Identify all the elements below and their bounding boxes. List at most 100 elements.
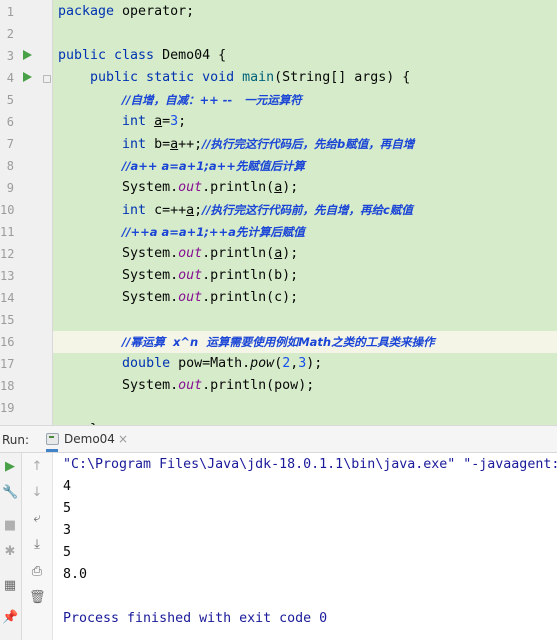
wrench-icon[interactable]: 🔧 xyxy=(2,486,18,500)
code-line[interactable]: 17 double pow=Math.pow(2,3); xyxy=(0,353,557,375)
line-number: 14 xyxy=(0,291,15,305)
close-icon[interactable]: × xyxy=(118,432,128,446)
code-token: ; xyxy=(178,114,187,129)
layout-icon[interactable]: ▦ xyxy=(2,579,18,593)
code-token: a xyxy=(186,203,195,218)
code-token: System. xyxy=(58,180,179,195)
code-text: System.out.println(b); xyxy=(58,268,298,284)
stop-icon[interactable]: ■ xyxy=(2,519,18,533)
code-token: ++; xyxy=(178,137,203,152)
code-text: System.out.println(a); xyxy=(58,180,298,196)
code-token: .println( xyxy=(202,246,275,261)
down-arrow-icon[interactable]: ↓ xyxy=(29,486,45,500)
line-number: 6 xyxy=(6,115,14,129)
run-config-icon xyxy=(46,433,59,445)
line-number: 15 xyxy=(0,313,15,327)
line-number: 8 xyxy=(6,159,14,173)
code-line[interactable]: 9 System.out.println(a); xyxy=(0,177,557,199)
console-output[interactable]: "C:\Program Files\Java\jdk-18.0.1.1\bin\… xyxy=(53,453,557,640)
code-token: public class xyxy=(58,48,163,63)
code-token: //执行完这行代码前，先自增，再给c赋值 xyxy=(202,203,413,217)
fold-icon[interactable] xyxy=(43,75,51,83)
code-token: 3 xyxy=(170,114,179,129)
code-line[interactable]: 10 int c=++a;//执行完这行代码前，先自增，再给c赋值 xyxy=(0,199,557,221)
console-output-line: 3 xyxy=(63,523,72,538)
code-line[interactable]: 8 //a++ a=a+1;a++先赋值后计算 xyxy=(0,155,557,177)
code-line[interactable]: 19 xyxy=(0,397,557,419)
code-line[interactable]: 16 //幂运算 x^n 运算需要使用例如Math之类的工具类来操作 xyxy=(0,331,557,353)
run-gutter-icon[interactable] xyxy=(23,50,32,60)
code-token: double xyxy=(122,356,179,371)
code-token: (String[] args) { xyxy=(274,70,411,85)
code-token: ); xyxy=(306,356,323,371)
code-line[interactable]: 14 System.out.println(c); xyxy=(0,287,557,309)
code-line[interactable]: 18 System.out.println(pow); xyxy=(0,375,557,397)
code-token: out xyxy=(178,290,203,305)
code-token: ( xyxy=(274,356,283,371)
code-line[interactable]: 1 package operator; xyxy=(0,1,557,23)
code-token: package xyxy=(58,4,123,19)
pin-icon[interactable]: 📌 xyxy=(2,611,18,625)
trash-icon[interactable]: 🗑 xyxy=(29,591,46,605)
debug-icon[interactable]: ✱ xyxy=(2,545,18,559)
line-number: 17 xyxy=(0,357,15,371)
code-line[interactable]: 12 System.out.println(a); xyxy=(0,243,557,265)
console-output-line: 5 xyxy=(63,545,72,560)
code-line[interactable]: 13 System.out.println(b); xyxy=(0,265,557,287)
print-icon[interactable]: ⎙ xyxy=(29,565,45,579)
line-number: 18 xyxy=(0,379,15,393)
code-token: Demo04 { xyxy=(162,48,227,63)
rerun-icon[interactable]: ▶ xyxy=(2,460,18,474)
code-token: pow=Math. xyxy=(178,356,251,371)
code-line[interactable]: 11 //++a a=a+1;++a先计算后赋值 xyxy=(0,221,557,243)
code-token: int xyxy=(122,203,155,218)
code-token: pow xyxy=(250,356,275,371)
code-text: //幂运算 x^n 运算需要使用例如Math之类的工具类来操作 xyxy=(58,334,435,351)
scroll-to-end-icon[interactable]: ⤓ xyxy=(29,538,45,552)
code-token: a xyxy=(154,114,163,129)
code-line[interactable]: 4 public static void main(String[] args)… xyxy=(0,67,557,89)
run-gutter-icon[interactable] xyxy=(23,72,32,82)
console-output-line: 5 xyxy=(63,501,72,516)
code-text: //++a a=a+1;++a先计算后赋值 xyxy=(58,224,305,241)
run-toolbar-secondary: ↑ ↓ ⤶ ⤓ ⎙ 🗑 xyxy=(22,453,53,640)
tab-demo04[interactable]: Demo04 × xyxy=(46,428,128,452)
code-line[interactable]: 2 xyxy=(0,23,557,45)
line-number: 13 xyxy=(0,269,15,283)
code-line[interactable]: 6 int a=3; xyxy=(0,111,557,133)
console-exit-message: Process finished with exit code 0 xyxy=(63,611,328,626)
line-number: 16 xyxy=(0,335,15,349)
code-line-area xyxy=(53,309,557,331)
code-token: System. xyxy=(58,246,179,261)
line-number: 12 xyxy=(0,247,15,261)
code-text: int a=3; xyxy=(58,114,186,130)
code-editor[interactable]: 1 package operator; 2 3 public class Demo04 … xyxy=(0,0,557,425)
code-token: out xyxy=(178,246,203,261)
code-text: System.out.println(c); xyxy=(58,290,298,306)
up-arrow-icon[interactable]: ↑ xyxy=(29,460,45,474)
code-token: ); xyxy=(282,180,299,195)
code-token: .println(c); xyxy=(202,290,299,305)
tab-label: Demo04 xyxy=(64,432,115,446)
line-number: 9 xyxy=(6,181,14,195)
code-line[interactable]: 5 //自增，自减：++ -- 一元运算符 xyxy=(0,89,557,111)
code-token: System. xyxy=(58,290,179,305)
code-token: //自增，自减：++ -- 一元运算符 xyxy=(122,93,302,107)
run-label: Run: xyxy=(2,433,30,447)
code-token: = xyxy=(162,114,171,129)
soft-wrap-icon[interactable]: ⤶ xyxy=(29,512,45,526)
console-command-line: "C:\Program Files\Java\jdk-18.0.1.1\bin\… xyxy=(63,457,557,472)
code-line[interactable]: 3 public class Demo04 { xyxy=(0,45,557,67)
code-line[interactable]: 15 xyxy=(0,309,557,331)
line-number: 19 xyxy=(0,401,15,415)
code-line[interactable]: 7 int b=a++;//执行完这行代码后，先给b赋值，再自增 xyxy=(0,133,557,155)
code-token: a xyxy=(170,137,179,152)
code-line-area xyxy=(53,23,557,45)
